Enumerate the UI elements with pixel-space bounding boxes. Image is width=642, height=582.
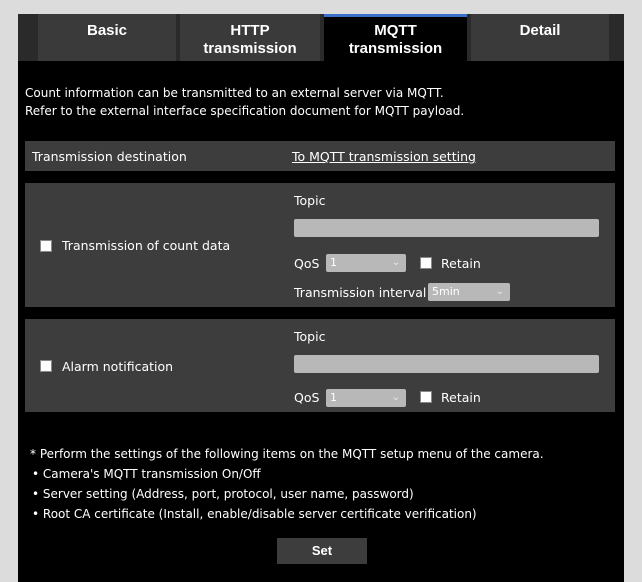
note-item: • Camera's MQTT transmission On/Off <box>32 467 261 481</box>
notes-header: * Perform the settings of the following … <box>30 447 544 461</box>
count-data-label: Transmission of count data <box>62 238 231 253</box>
interval-value: 5min <box>432 285 460 298</box>
destination-label: Transmission destination <box>32 149 187 164</box>
alarm-retain-label: Retain <box>441 390 481 405</box>
count-retain-checkbox[interactable] <box>420 257 432 269</box>
count-qos-value: 1 <box>330 256 337 269</box>
note-item: • Root CA certificate (Install, enable/d… <box>32 507 477 521</box>
count-topic-input[interactable] <box>294 219 599 237</box>
alarm-checkbox[interactable] <box>40 360 52 372</box>
tab-http-transmission[interactable]: HTTP transmission <box>180 14 320 61</box>
count-qos-label: QoS <box>294 256 320 271</box>
intro-line-2: Refer to the external interface specific… <box>25 104 465 118</box>
tab-basic[interactable]: Basic <box>38 14 176 61</box>
tab-mqtt-transmission[interactable]: MQTT transmission <box>324 14 467 61</box>
alarm-label: Alarm notification <box>62 359 174 374</box>
chevron-down-icon: ⌄ <box>495 286 504 297</box>
count-qos-select[interactable]: 1 ⌄ <box>326 254 406 272</box>
interval-label: Transmission interval <box>294 285 427 300</box>
alarm-topic-label: Topic <box>294 329 326 344</box>
set-button[interactable]: Set <box>277 538 367 564</box>
intro-text: Count information can be transmitted to … <box>25 84 615 120</box>
notes-block: * Perform the settings of the following … <box>30 444 620 524</box>
alarm-retain-checkbox[interactable] <box>420 391 432 403</box>
alarm-qos-value: 1 <box>330 391 337 404</box>
count-data-checkbox[interactable] <box>40 240 52 252</box>
settings-panel: Basic HTTP transmission MQTT transmissio… <box>18 14 624 582</box>
mqtt-setting-link[interactable]: To MQTT transmission setting <box>292 149 476 164</box>
tab-detail-label: Detail <box>519 22 561 39</box>
alarm-section: Alarm notification Topic QoS 1 ⌄ Retain <box>25 319 615 412</box>
alarm-qos-label: QoS <box>294 390 320 405</box>
tab-http-label: HTTP transmission <box>203 22 297 57</box>
chevron-down-icon: ⌄ <box>391 257 400 268</box>
interval-select[interactable]: 5min ⌄ <box>428 283 510 301</box>
count-topic-label: Topic <box>294 193 326 208</box>
tab-bar: Basic HTTP transmission MQTT transmissio… <box>18 14 624 61</box>
destination-row: Transmission destination To MQTT transmi… <box>25 141 615 171</box>
alarm-qos-select[interactable]: 1 ⌄ <box>326 389 406 407</box>
alarm-topic-input[interactable] <box>294 355 599 373</box>
count-data-section: Transmission of count data Topic QoS 1 ⌄… <box>25 183 615 307</box>
count-retain-label: Retain <box>441 256 481 271</box>
intro-line-1: Count information can be transmitted to … <box>25 86 444 100</box>
tab-mqtt-label: MQTT transmission <box>348 22 443 57</box>
note-item: • Server setting (Address, port, protoco… <box>32 487 414 501</box>
tab-basic-label: Basic <box>86 22 128 39</box>
tab-detail[interactable]: Detail <box>471 14 609 61</box>
chevron-down-icon: ⌄ <box>391 392 400 403</box>
